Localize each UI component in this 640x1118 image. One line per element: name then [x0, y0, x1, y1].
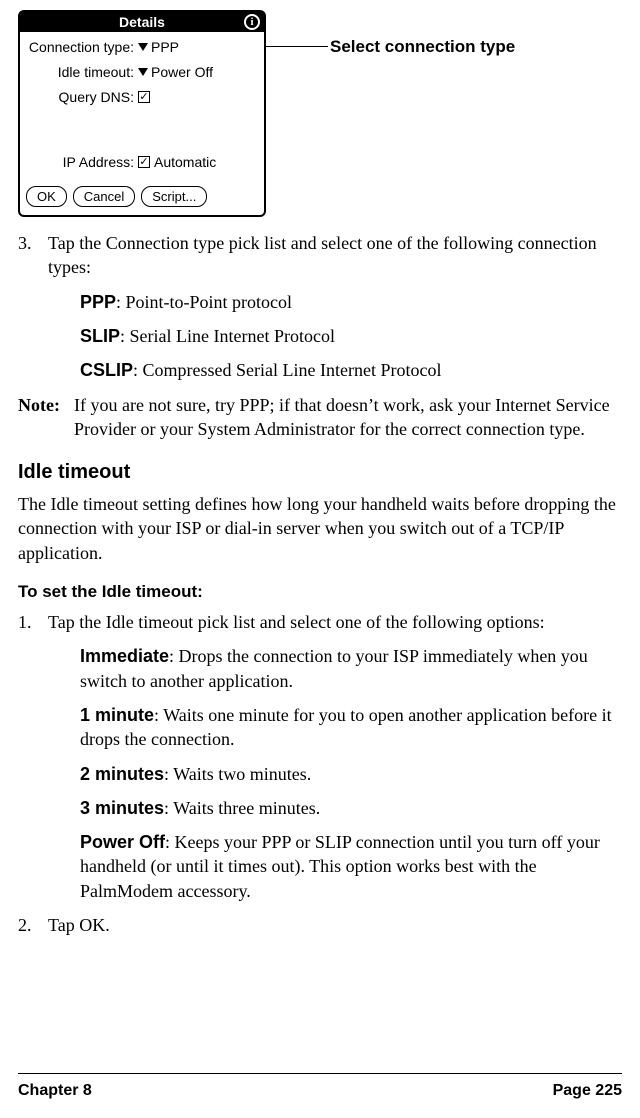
definition-term: 3 minutes — [80, 798, 164, 818]
connection-type-value: PPP — [151, 38, 179, 57]
info-icon[interactable]: i — [244, 14, 260, 30]
definition-term: PPP — [80, 292, 116, 312]
definition-term: 2 minutes — [80, 764, 164, 784]
callout-label: Select connection type — [330, 36, 515, 59]
definition-item: 3 minutes: Waits three minutes. — [80, 796, 622, 820]
section-heading-idle-timeout: Idle timeout — [18, 459, 622, 486]
ip-address-value: Automatic — [154, 153, 216, 172]
definition-desc: : Compressed Serial Line Internet Protoc… — [133, 360, 441, 380]
section-paragraph: The Idle timeout setting defines how lon… — [18, 492, 622, 565]
ip-address-label: IP Address: — [28, 153, 138, 172]
page-footer: Chapter 8 Page 225 — [18, 1073, 622, 1102]
definition-item: PPP: Point-to-Point protocol — [80, 290, 622, 314]
cancel-button[interactable]: Cancel — [73, 186, 135, 208]
definition-item: 2 minutes: Waits two minutes. — [80, 762, 622, 786]
definition-term: CSLIP — [80, 360, 133, 380]
definition-item: 1 minute: Waits one minute for you to op… — [80, 703, 622, 752]
query-dns-checkbox[interactable]: ✓ — [138, 91, 150, 103]
callout-line — [266, 46, 328, 47]
definition-desc: : Point-to-Point protocol — [116, 292, 292, 312]
dropdown-icon — [138, 68, 148, 76]
query-dns-label: Query DNS: — [28, 88, 138, 107]
dropdown-icon — [138, 43, 148, 51]
note-label: Note: — [18, 393, 74, 442]
definition-term: Immediate — [80, 646, 169, 666]
details-dialog: Details i Connection type: PPP Idle time… — [18, 10, 266, 217]
idle-timeout-label: Idle timeout: — [28, 63, 138, 82]
definition-desc: : Serial Line Internet Protocol — [120, 326, 335, 346]
definition-item: Immediate: Drops the connection to your … — [80, 644, 622, 693]
script-button[interactable]: Script... — [141, 186, 207, 208]
step-number: 3. — [18, 231, 48, 280]
step-text: Tap OK. — [48, 913, 622, 937]
definition-item: SLIP: Serial Line Internet Protocol — [80, 324, 622, 348]
note-text: If you are not sure, try PPP; if that do… — [74, 393, 622, 442]
definition-desc: : Waits three minutes. — [164, 798, 320, 818]
definition-term: 1 minute — [80, 705, 154, 725]
idle-timeout-value: Power Off — [151, 63, 213, 82]
footer-page: Page 225 — [553, 1080, 622, 1102]
ok-button[interactable]: OK — [26, 186, 67, 208]
idle-timeout-picklist[interactable]: Power Off — [138, 63, 213, 82]
ip-address-checkbox[interactable]: ✓ — [138, 156, 150, 168]
definition-term: Power Off — [80, 832, 165, 852]
connection-type-label: Connection type: — [28, 38, 138, 57]
definition-item: CSLIP: Compressed Serial Line Internet P… — [80, 358, 622, 382]
dialog-titlebar: Details i — [20, 12, 264, 32]
definition-desc: : Waits one minute for you to open anoth… — [80, 705, 612, 749]
footer-chapter: Chapter 8 — [18, 1080, 92, 1102]
step-number: 2. — [18, 913, 48, 937]
step-text: Tap the Connection type pick list and se… — [48, 231, 622, 280]
definition-term: SLIP — [80, 326, 120, 346]
subheading: To set the Idle timeout: — [18, 581, 622, 604]
definition-desc: : Waits two minutes. — [164, 764, 311, 784]
step-number: 1. — [18, 610, 48, 634]
dialog-title: Details — [119, 13, 165, 32]
definition-item: Power Off: Keeps your PPP or SLIP connec… — [80, 830, 622, 903]
step-text: Tap the Idle timeout pick list and selec… — [48, 610, 622, 634]
connection-type-picklist[interactable]: PPP — [138, 38, 179, 57]
